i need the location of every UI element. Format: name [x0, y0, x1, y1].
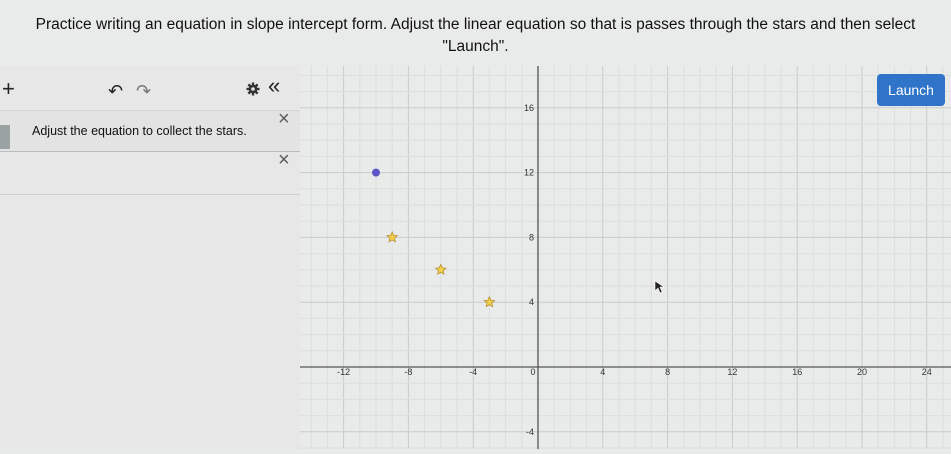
y-tick-label: 16 — [524, 103, 534, 113]
y-tick-label: -4 — [526, 427, 534, 437]
y-tick-label: 12 — [524, 168, 534, 178]
x-tick-label: 4 — [600, 367, 605, 377]
y-tick-label: 8 — [529, 232, 534, 242]
x-tick-label: -4 — [469, 367, 477, 377]
instructions: Practice writing an equation in slope in… — [0, 14, 951, 58]
y-tick-label: 4 — [529, 297, 534, 307]
x-tick-label: 20 — [857, 367, 867, 377]
expression-row-1[interactable]: Adjust the equation to collect the stars… — [0, 109, 300, 152]
x-tick-label: 24 — [922, 367, 932, 377]
expression-panel: + ↶ ↷ « Adjust the equation to collect t… — [0, 66, 300, 449]
undo-icon[interactable]: ↶ — [108, 82, 123, 100]
redo-icon[interactable]: ↷ — [136, 82, 151, 100]
x-tick-label: -8 — [404, 367, 412, 377]
delete-expression-icon[interactable]: × — [278, 109, 290, 129]
delete-expression-icon[interactable]: × — [278, 150, 290, 170]
settings-icon[interactable] — [246, 81, 260, 99]
x-tick-label: 16 — [792, 367, 802, 377]
x-tick-label: 0 — [530, 367, 535, 377]
collapse-icon[interactable]: « — [268, 75, 280, 97]
x-tick-label: 12 — [727, 367, 737, 377]
expression-tab — [0, 125, 10, 149]
expression-row-2[interactable]: × — [0, 150, 300, 195]
x-tick-label: 8 — [665, 367, 670, 377]
expression-toolbar: + ↶ ↷ « — [0, 66, 300, 110]
add-icon[interactable]: + — [2, 78, 15, 100]
x-tick-label: -12 — [337, 367, 350, 377]
launch-button[interactable]: Launch — [877, 74, 945, 106]
instructions-line-1: Practice writing an equation in slope in… — [35, 16, 916, 33]
graph-canvas[interactable]: -12 -8 -4 0 4 8 12 16 20 24 16 12 8 4 -4 — [300, 66, 951, 449]
graph-area[interactable]: -12 -8 -4 0 4 8 12 16 20 24 16 12 8 4 -4 Launch — [300, 66, 951, 449]
draggable-point[interactable] — [372, 168, 380, 177]
expression-text: Adjust the equation to collect the stars… — [32, 124, 247, 138]
instructions-line-2: "Launch". — [442, 38, 509, 55]
mouse-cursor-icon — [654, 280, 665, 294]
